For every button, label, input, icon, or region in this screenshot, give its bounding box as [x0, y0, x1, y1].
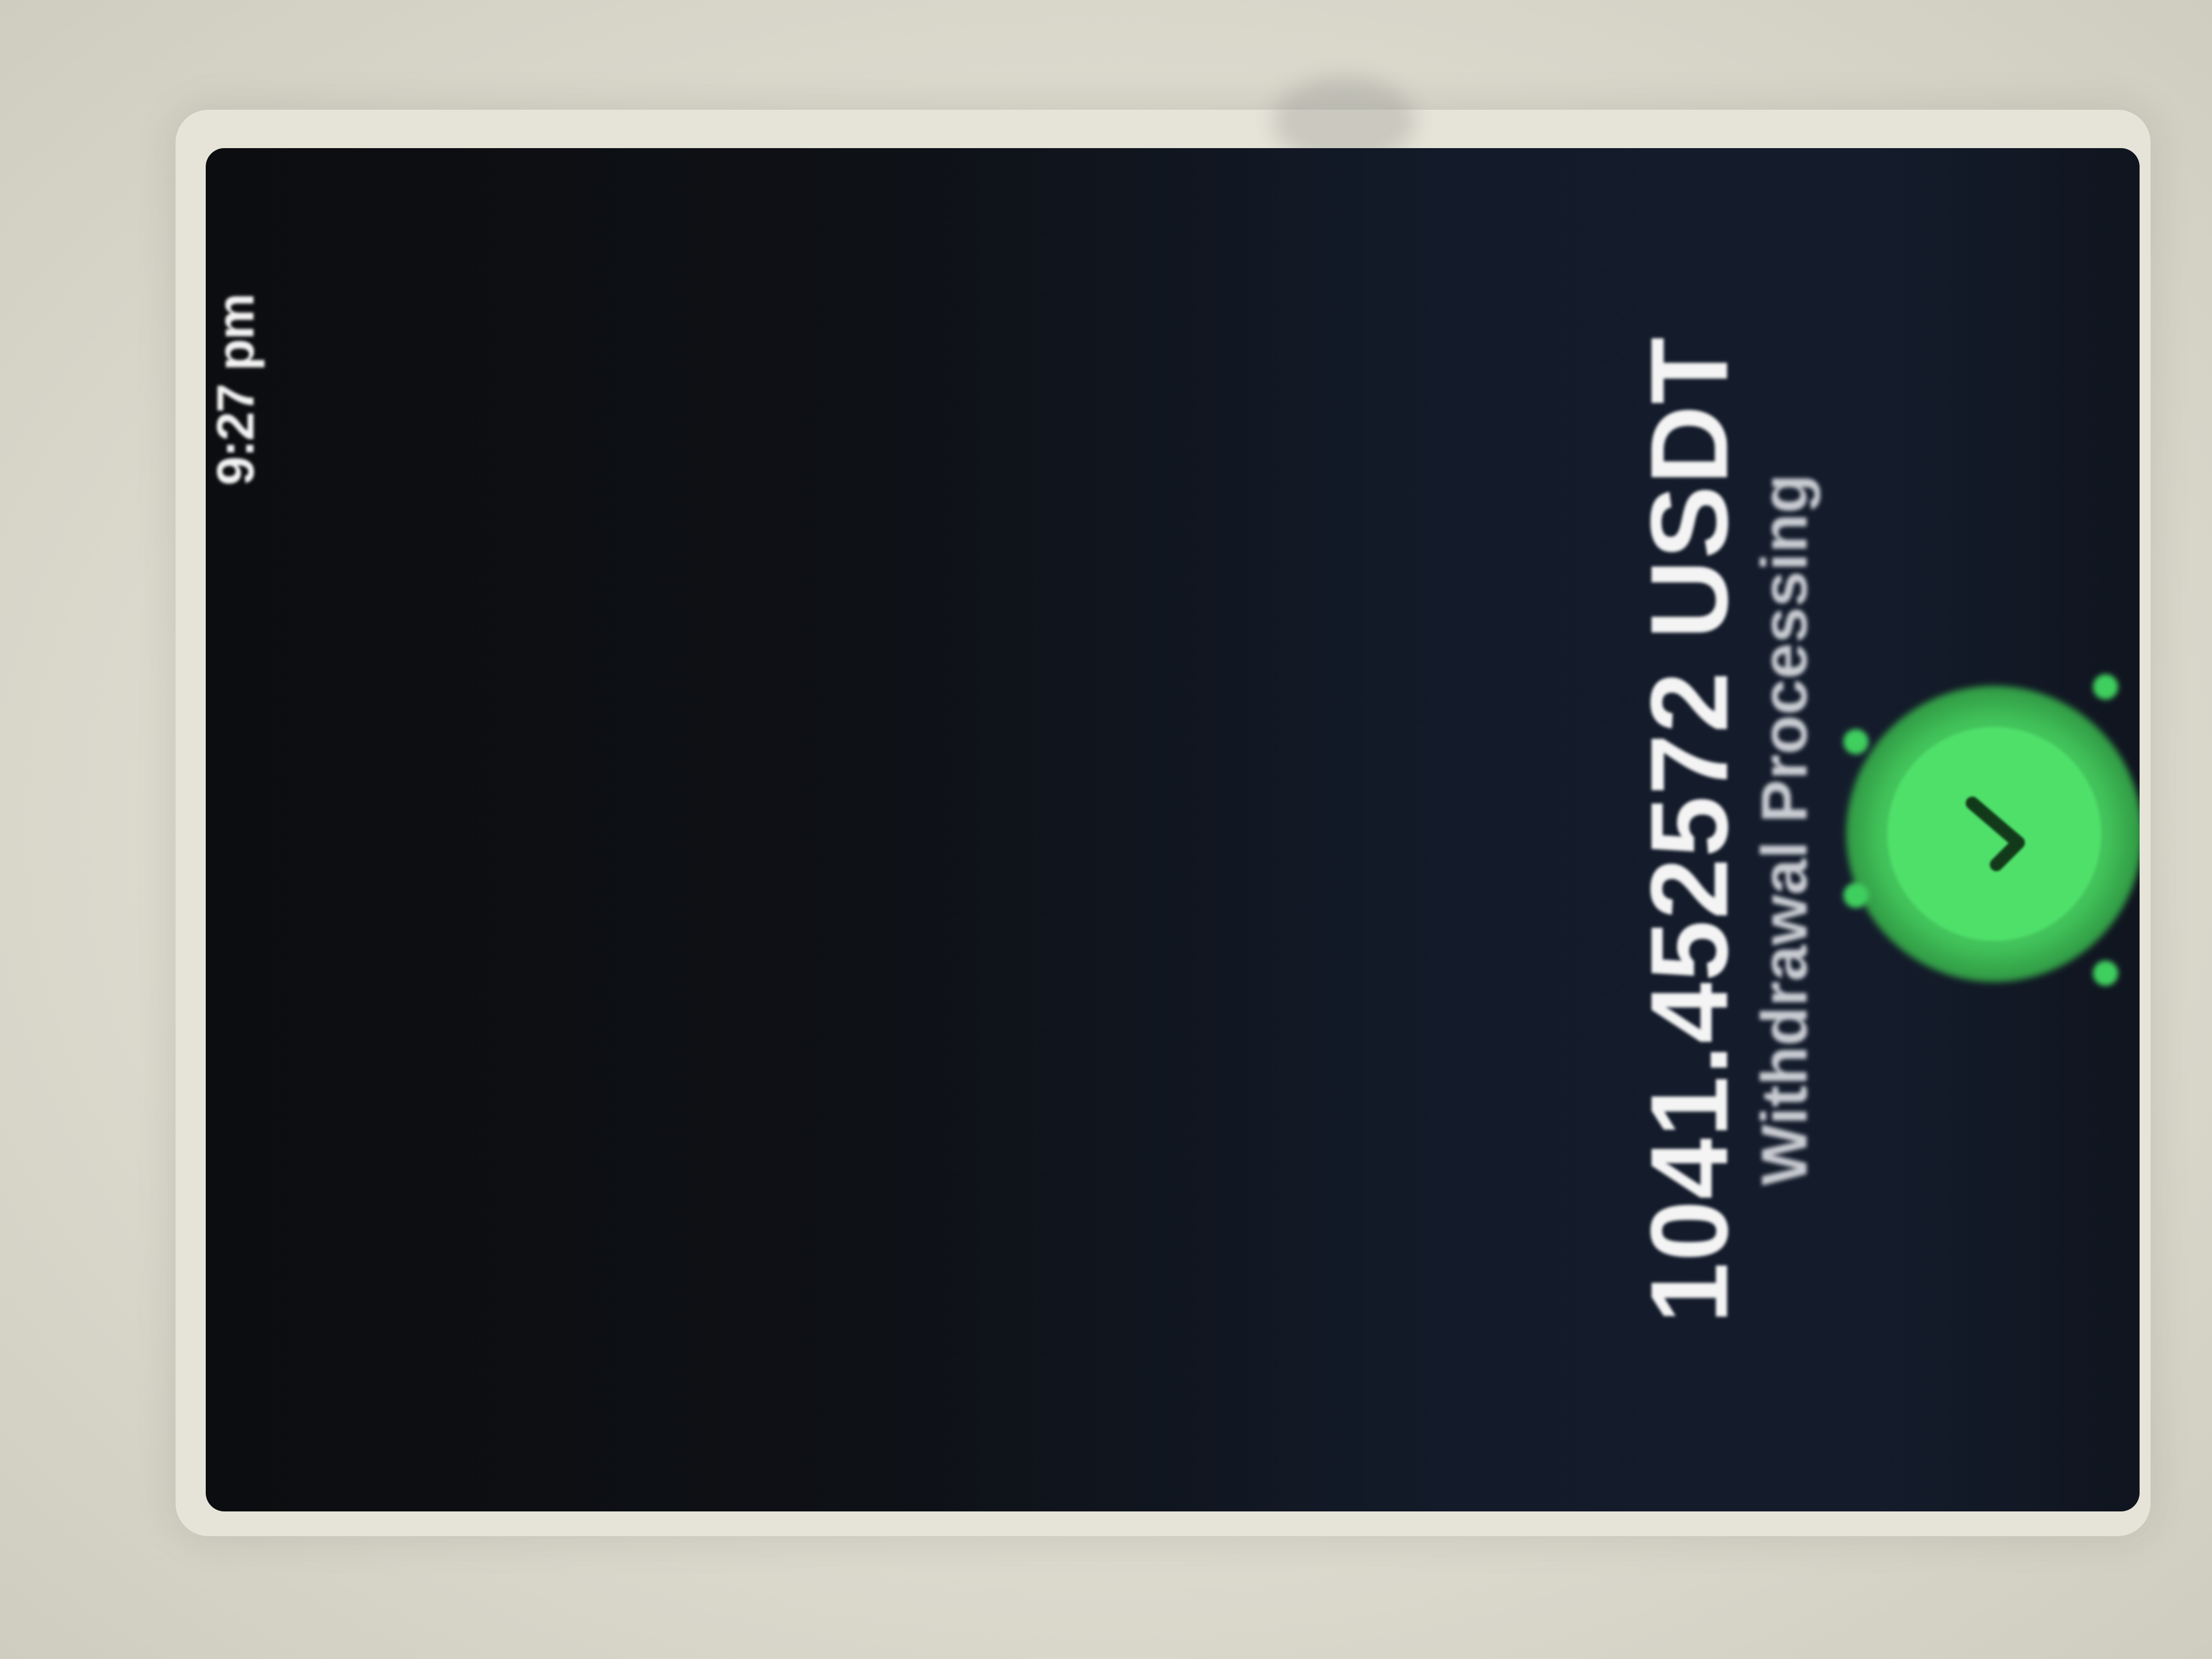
phone-screen: 9:27 pm Withdrawal Processing 1041.45257… [206, 148, 2140, 1511]
rotated-display: 9:27 pm Withdrawal Processing 1041.45257… [206, 148, 2140, 1511]
status-bar-time: 9:27 pm [206, 294, 265, 486]
spark-dot [2093, 674, 2118, 699]
check-icon [1966, 797, 2025, 871]
spark-dot [2093, 961, 2118, 986]
spark-dot [1843, 729, 1869, 754]
status-title: Withdrawal Processing [1748, 473, 1821, 1186]
withdrawal-amount: 1041.452572 USDT [1628, 336, 1751, 1324]
spark-dot [1843, 883, 1869, 908]
